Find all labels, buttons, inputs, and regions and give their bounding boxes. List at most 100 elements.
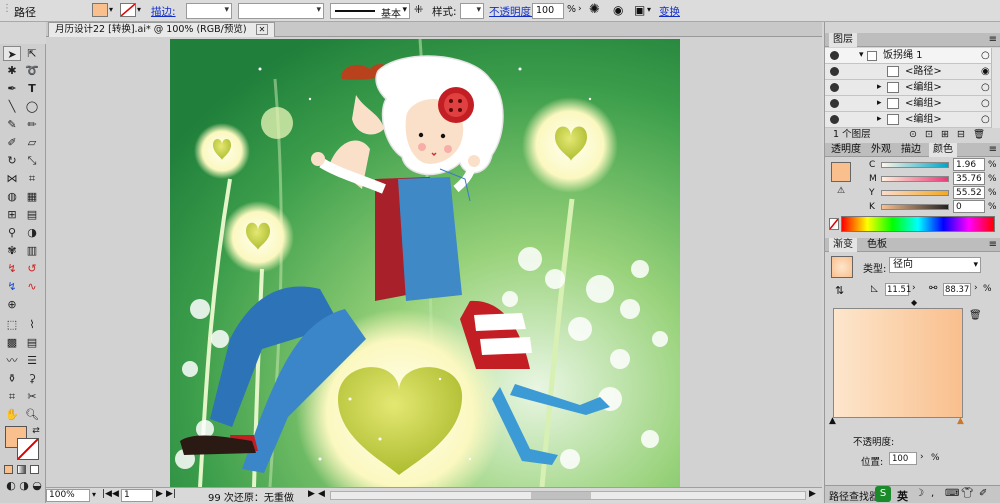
skin-icon[interactable]: 👕︎ <box>961 488 974 499</box>
gradient-preview-swatch[interactable] <box>831 256 853 278</box>
layer-row[interactable]: ▸ <编组> ○ <box>825 112 1000 128</box>
gradient-stop-end[interactable]: ▲ <box>957 416 964 426</box>
style-picker[interactable] <box>460 3 484 19</box>
new-sublayer-icon[interactable]: ⊞ <box>941 128 949 142</box>
color-spectrum[interactable] <box>841 216 995 232</box>
scroll-left-icon[interactable]: ◀ <box>318 489 325 499</box>
disclosure-icon[interactable]: ▸ <box>877 112 882 127</box>
tab-stroke[interactable]: 描边 <box>897 143 925 157</box>
selection-tool-icon[interactable]: ➤ <box>3 46 21 61</box>
horizontal-scrollbar[interactable] <box>330 491 806 500</box>
graph-tool-icon[interactable]: ▩ <box>3 335 21 350</box>
type-tool-icon[interactable]: T <box>23 81 41 96</box>
swap-colors-icon[interactable]: ⇄ <box>27 424 45 439</box>
close-tab-icon[interactable]: ✕ <box>255 24 269 35</box>
midpoint-diamond-icon[interactable]: ◆ <box>911 298 917 307</box>
draw-inside-icon[interactable]: ◒ <box>28 478 46 493</box>
black-slider[interactable]: K 0 % <box>869 200 997 214</box>
shape-builder-tool-icon[interactable]: ◍ <box>3 189 21 204</box>
shaper-red-tool-icon[interactable]: ↯ <box>3 261 21 276</box>
gradient-type-select[interactable]: 径向 ▾ <box>889 257 981 273</box>
gradient-stop-start[interactable]: ▲ <box>829 416 836 426</box>
shaper-blue-tool-icon[interactable]: ↯ <box>3 279 21 294</box>
cyan-track[interactable] <box>881 162 949 168</box>
magenta-track[interactable] <box>881 176 949 182</box>
yellow-slider[interactable]: Y 55.52 % <box>869 186 997 200</box>
zoom-dropdown-icon[interactable]: ▾ <box>92 490 96 499</box>
panel-menu-icon[interactable]: ≡ <box>989 143 997 157</box>
align-icon[interactable]: ◉ <box>613 3 623 17</box>
pen-tool-icon[interactable]: ✒ <box>3 81 21 96</box>
black-track[interactable] <box>881 204 949 210</box>
location-dropdown-icon[interactable]: › <box>920 452 924 462</box>
magenta-field[interactable]: 35.76 <box>953 172 985 185</box>
yellow-field[interactable]: 55.52 <box>953 186 985 199</box>
target-icon[interactable]: ◉ <box>981 64 990 79</box>
warp-tool-icon[interactable]: 〰 <box>3 353 21 368</box>
target-icon[interactable]: ○ <box>981 112 990 127</box>
perspective-grid-tool-icon[interactable]: ▦ <box>23 189 41 204</box>
arrange-dropdown-icon[interactable]: ▾ <box>647 5 651 14</box>
tools-icon[interactable]: ✐ <box>979 488 987 499</box>
punctuation-icon[interactable]: , <box>931 488 934 499</box>
blend-tool-icon[interactable]: ◑ <box>23 225 41 240</box>
disclosure-icon[interactable]: ▸ <box>877 96 882 111</box>
stroke-label[interactable]: 描边: <box>151 4 176 19</box>
stroke-color-box[interactable] <box>17 438 39 460</box>
grid-tool-icon[interactable]: ▤ <box>23 335 41 350</box>
layer-row[interactable]: <路径> ◉ <box>825 64 1000 80</box>
layer-row[interactable]: ▾ 饭拐绳 1 ○ <box>825 48 1000 64</box>
yellow-track[interactable] <box>881 190 949 196</box>
tab-layers[interactable]: 图层 <box>829 33 857 47</box>
none-mode-button[interactable] <box>30 465 39 474</box>
aspect-dropdown-icon[interactable]: › <box>974 283 978 293</box>
blob-brush-tool-icon[interactable]: ✐ <box>3 135 21 150</box>
panel-menu-icon[interactable]: ≡ <box>989 33 997 47</box>
reverse-gradient-icon[interactable]: ⇅ <box>835 284 844 297</box>
half-width-icon[interactable]: ☽ <box>915 488 924 499</box>
tab-appearance[interactable]: 外观 <box>867 143 895 157</box>
slice-tool-icon[interactable]: ⌇ <box>23 317 41 332</box>
opacity-field[interactable]: 100 <box>532 3 564 19</box>
tab-swatches[interactable]: 色板 <box>863 238 891 252</box>
eyedropper-tool-icon[interactable]: ⚲ <box>3 225 21 240</box>
curve-red-tool-icon[interactable]: ↺ <box>23 261 41 276</box>
zoom-tool-icon[interactable]: 🔍︎ <box>23 407 41 422</box>
artboard-field[interactable]: 1 <box>121 489 153 502</box>
eye-icon[interactable] <box>830 99 839 108</box>
eye-icon[interactable] <box>830 51 839 60</box>
soft-keyboard-icon[interactable]: ⌨ <box>945 488 959 499</box>
target-tool-icon[interactable]: ⊕ <box>3 297 21 312</box>
gradient-mode-button[interactable] <box>17 465 26 474</box>
angle-dropdown-icon[interactable]: › <box>912 283 916 293</box>
zoom-field[interactable]: 100% <box>46 489 90 502</box>
canvas-area[interactable] <box>46 37 822 487</box>
tab-gradient[interactable]: 渐变 <box>829 238 857 252</box>
color-mode-button[interactable] <box>4 465 13 474</box>
layer-row[interactable]: ▸ <编组> ○ <box>825 80 1000 96</box>
cyan-field[interactable]: 1.96 <box>953 158 985 171</box>
last-artboard-icon[interactable]: ▶| <box>166 489 176 499</box>
width-tool-icon[interactable]: ⋈ <box>3 171 21 186</box>
opacity-dropdown-icon[interactable]: › <box>578 4 582 14</box>
first-artboard-icon[interactable]: |◀ <box>102 489 112 499</box>
variable-width-field[interactable] <box>238 3 324 19</box>
knife-tool-icon[interactable]: ✂ <box>23 389 41 404</box>
artboard[interactable] <box>170 39 680 487</box>
scale-tool-icon[interactable]: ⤡ <box>23 153 41 168</box>
panel-menu-icon[interactable]: ≡ <box>989 238 997 252</box>
scroll-right-icon[interactable]: ▶ <box>809 489 816 499</box>
crop-tool-icon[interactable]: ⌗ <box>3 389 21 404</box>
symbol-sprayer-tool-icon[interactable]: ✾ <box>3 243 21 258</box>
curve-mixed-tool-icon[interactable]: ∿ <box>23 279 41 294</box>
trash-icon[interactable]: 🗑︎ <box>973 128 985 142</box>
direct-selection-tool-icon[interactable]: ⇱ <box>23 46 41 61</box>
lasso-tool-icon[interactable]: ➰ <box>23 63 41 78</box>
disclosure-icon[interactable]: ▾ <box>859 48 864 63</box>
next-artboard-icon[interactable]: ▶ <box>156 489 163 499</box>
aspect-field[interactable]: 88.37 <box>943 283 971 296</box>
black-field[interactable]: 0 <box>953 200 985 213</box>
brush-options-icon[interactable]: ⁜ <box>414 3 423 16</box>
stroke-swatch[interactable] <box>120 3 136 17</box>
eye-icon[interactable] <box>830 67 839 76</box>
